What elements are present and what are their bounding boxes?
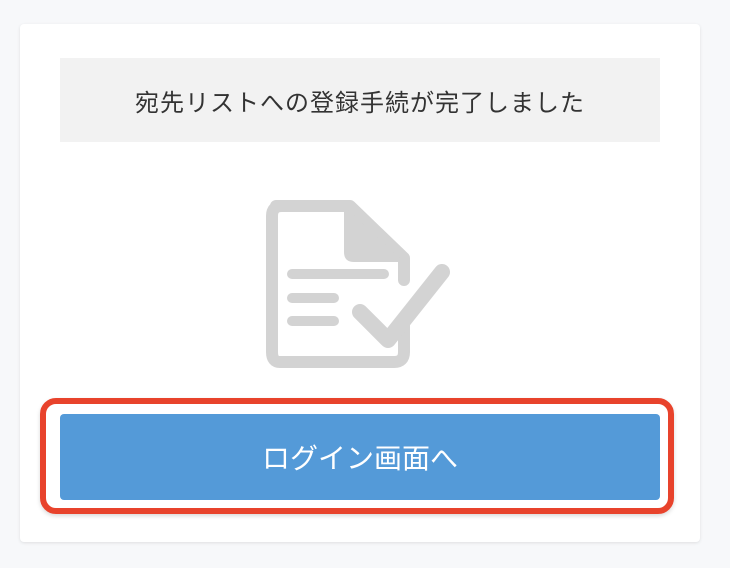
completion-message: 宛先リストへの登録手続が完了しました	[135, 88, 585, 117]
login-screen-button[interactable]: ログイン画面へ	[60, 414, 660, 500]
completion-card: 宛先リストへの登録手続が完了しました ログイン画面へ	[20, 24, 700, 542]
document-check-icon	[266, 200, 450, 368]
completion-message-box: 宛先リストへの登録手続が完了しました	[60, 58, 660, 142]
